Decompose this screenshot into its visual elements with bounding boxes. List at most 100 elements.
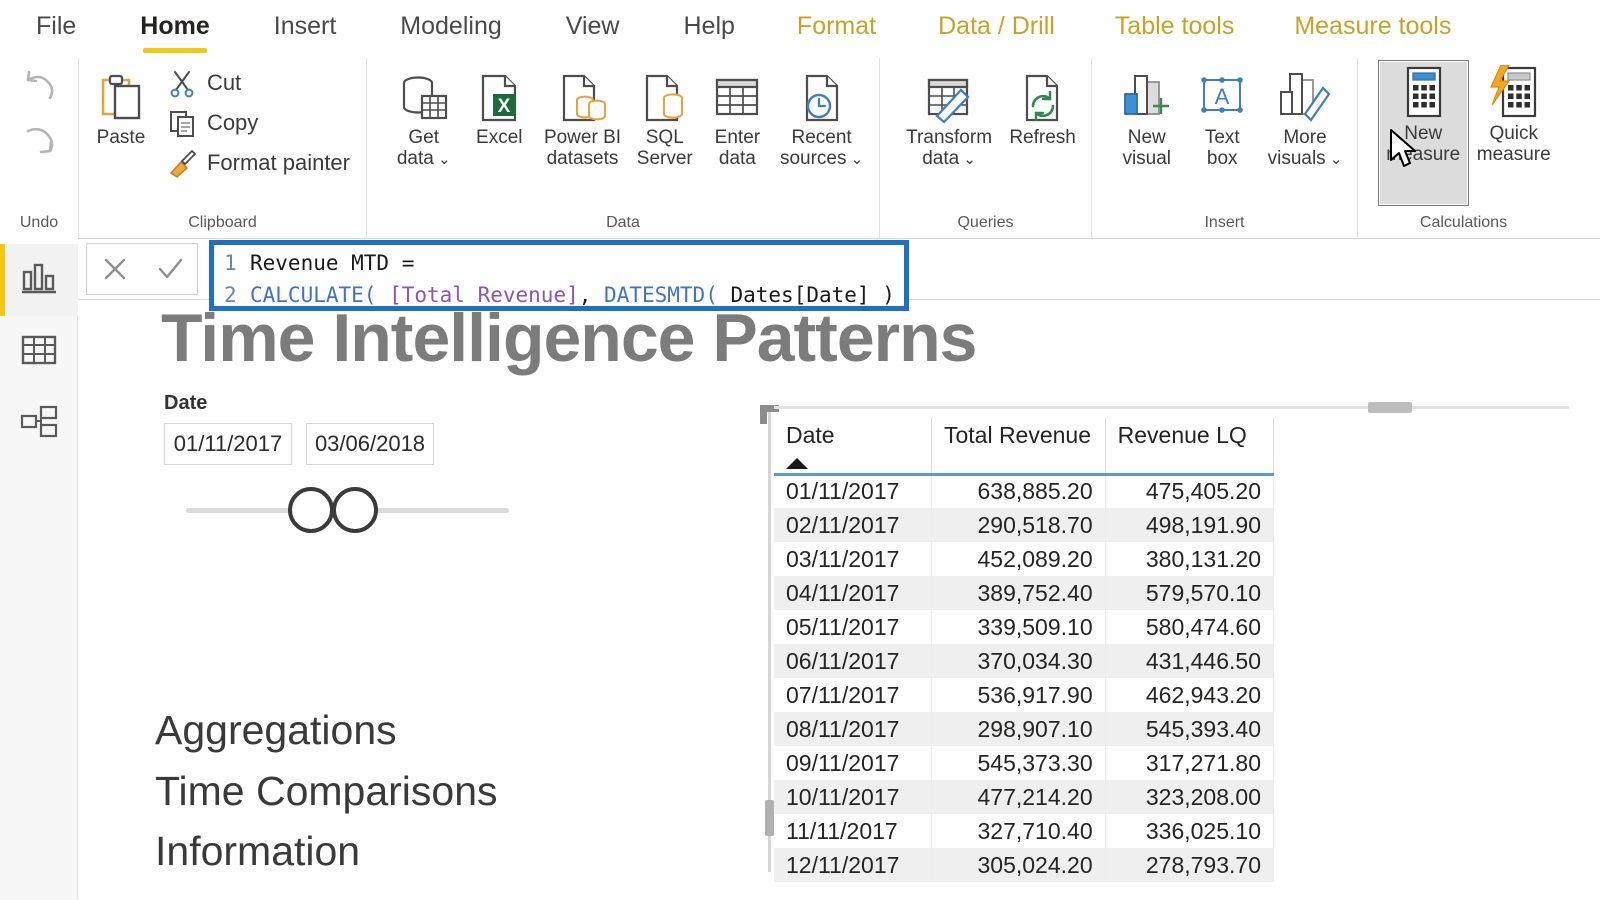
quick-measure-button[interactable]: Quick measure [1469, 60, 1560, 171]
transform-data-label-1: Transform [906, 127, 993, 148]
table-row[interactable]: 12/11/2017 305,024.20 278,793.70 [774, 848, 1275, 882]
ribbon-tab-file[interactable]: File [34, 8, 78, 51]
horizontal-scrollbar-thumb[interactable] [1368, 402, 1412, 413]
date-slicer-range-track[interactable] [164, 487, 509, 533]
chevron-down-icon[interactable]: ⌄ [959, 151, 976, 168]
table-row[interactable]: 03/11/2017 452,089.20 380,131.20 [774, 542, 1275, 576]
column-header-date[interactable]: Date [774, 418, 932, 476]
new-visual-button[interactable]: New visual [1112, 64, 1182, 175]
copy-button[interactable]: Copy [159, 104, 356, 142]
table-row[interactable]: 01/11/2017 638,885.20 475,405.20 [774, 474, 1275, 508]
formula-bar-actions [86, 243, 198, 295]
cell-revenue-lq: 317,271.80 [1105, 746, 1275, 780]
ribbon-tab-data-drill[interactable]: Data / Drill [936, 8, 1057, 51]
format-painter-button[interactable]: Format painter [159, 144, 356, 182]
ribbon-tab-help[interactable]: Help [682, 8, 737, 51]
vertical-scrollbar-thumb[interactable] [765, 800, 774, 836]
date-slicer-end-input[interactable]: 03/06/2018 [306, 423, 434, 465]
excel-button[interactable]: X Excel [462, 64, 536, 153]
nav-item-aggregations[interactable]: Aggregations [155, 700, 498, 761]
ribbon-group-insert: New visual A Text box More visuals ⌄ Ins… [1091, 58, 1357, 238]
table-row[interactable]: 02/11/2017 290,518.70 498,191.90 [774, 508, 1275, 542]
more-visuals-button[interactable]: More visuals ⌄ [1263, 64, 1347, 175]
transform-data-button[interactable]: Transform data ⌄ [898, 64, 1000, 175]
horizontal-scrollbar-track[interactable] [774, 406, 1569, 409]
table-row[interactable]: 05/11/2017 339,509.10 580,474.60 [774, 610, 1275, 644]
undo-arrow-icon[interactable] [18, 70, 58, 109]
column-header-revenue-lq[interactable]: Revenue LQ [1105, 418, 1275, 476]
column-header-total-revenue[interactable]: Total Revenue [931, 418, 1106, 476]
quick-measure-label-2: measure [1476, 144, 1551, 166]
chevron-down-icon[interactable]: ⌄ [846, 151, 864, 168]
sidebar-item-model-view[interactable] [0, 388, 78, 460]
paste-icon [93, 69, 149, 127]
text-box-button[interactable]: A Text box [1188, 64, 1258, 175]
report-bar-chart-icon [19, 260, 59, 301]
get-data-button[interactable]: Get data ⌄ [385, 64, 462, 175]
power-bi-datasets-label-2: datasets [546, 148, 619, 170]
cell-total-revenue: 305,024.20 [931, 848, 1106, 882]
power-bi-datasets-button[interactable]: Power BI datasets [536, 64, 629, 175]
chevron-down-icon[interactable]: ⌄ [434, 151, 451, 168]
cell-revenue-lq: 462,943.20 [1105, 678, 1275, 712]
commit-check-icon[interactable] [148, 247, 192, 291]
get-data-icon [396, 69, 452, 127]
dax-formula-editor[interactable]: 1 Revenue MTD = 2 CALCULATE( [Total Reve… [209, 240, 909, 311]
ribbon-tab-format[interactable]: Format [795, 8, 878, 51]
power-bi-datasets-label-1: Power BI [543, 127, 622, 148]
cell-revenue-lq: 323,208.00 [1105, 780, 1275, 814]
ribbon-group-calculations: New measure Quick measure Calculations [1357, 58, 1569, 238]
date-slicer-start-input[interactable]: 01/11/2017 [164, 423, 292, 465]
cancel-x-icon[interactable] [93, 247, 137, 291]
sidebar-item-data-view[interactable] [0, 316, 78, 388]
sort-ascending-icon[interactable] [786, 457, 808, 469]
copy-icon [165, 106, 199, 140]
refresh-button[interactable]: Refresh [1004, 64, 1081, 153]
cut-button[interactable]: Cut [159, 64, 356, 102]
recent-sources-button[interactable]: Recent sources ⌄ [774, 64, 869, 175]
slicer-handle-start[interactable] [288, 487, 334, 533]
table-row[interactable]: 08/11/2017 298,907.10 545,393.40 [774, 712, 1275, 746]
format-painter-label: Format painter [206, 150, 350, 175]
excel-label: Excel [476, 127, 523, 148]
redo-arrow-icon[interactable] [18, 123, 58, 162]
slicer-handle-end[interactable] [332, 487, 378, 533]
ribbon-tab-table-tools[interactable]: Table tools [1113, 8, 1237, 51]
formula-text: Revenue MTD = [250, 251, 415, 275]
enter-data-icon [709, 69, 765, 127]
ribbon-tab-view[interactable]: View [564, 8, 622, 51]
sql-server-label-1: SQL [645, 127, 684, 148]
nav-item-information[interactable]: Information [155, 821, 498, 882]
cell-date: 09/11/2017 [774, 746, 932, 780]
table-row[interactable]: 11/11/2017 327,710.40 336,025.10 [774, 814, 1275, 848]
table-row[interactable]: 10/11/2017 477,214.20 323,208.00 [774, 780, 1275, 814]
page-nav-text-list: Aggregations Time Comparisons Informatio… [155, 700, 498, 882]
column-header-date-label: Date [786, 422, 835, 448]
ribbon-group-label-undo: Undo [19, 214, 59, 231]
table-row[interactable]: 07/11/2017 536,917.90 462,943.20 [774, 678, 1275, 712]
ribbon-group-label-data: Data [606, 214, 640, 231]
nav-item-time-comparisons[interactable]: Time Comparisons [155, 761, 498, 822]
text-box-label-1: Text [1204, 127, 1240, 148]
table-row[interactable]: 04/11/2017 389,752.40 579,570.10 [774, 576, 1275, 610]
cell-revenue-lq: 380,131.20 [1105, 542, 1275, 576]
recent-sources-label-2: sources [779, 148, 847, 170]
ribbon-group-label-queries: Queries [957, 214, 1014, 231]
paste-button[interactable]: Paste [89, 64, 153, 153]
new-measure-button[interactable]: New measure [1378, 60, 1469, 206]
ribbon-tab-home[interactable]: Home [138, 8, 211, 53]
ribbon-group-clipboard: Paste Cut Copy Format painter Clipboard [78, 58, 366, 238]
sql-server-button[interactable]: SQL Server [629, 64, 701, 175]
table-row[interactable]: 06/11/2017 370,034.30 431,446.50 [774, 644, 1275, 678]
enter-data-button[interactable]: Enter data [701, 64, 775, 175]
ribbon-tab-measure-tools[interactable]: Measure tools [1292, 8, 1453, 51]
refresh-icon [1015, 69, 1071, 127]
table-visual[interactable]: Date Total Revenue Revenue LQ 01/11/2017… [760, 402, 1569, 882]
cell-date: 04/11/2017 [774, 576, 932, 610]
table-row[interactable]: 09/11/2017 545,373.30 317,271.80 [774, 746, 1275, 780]
ribbon-tab-modeling[interactable]: Modeling [398, 8, 503, 51]
svg-text:X: X [498, 96, 511, 117]
sidebar-item-report-view[interactable] [0, 244, 78, 316]
ribbon-tab-insert[interactable]: Insert [272, 8, 339, 51]
chevron-down-icon[interactable]: ⌄ [1326, 151, 1343, 168]
